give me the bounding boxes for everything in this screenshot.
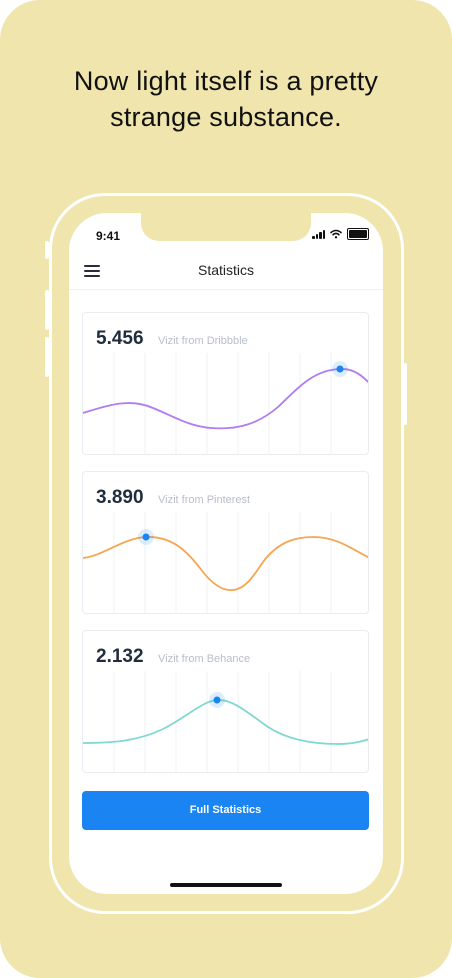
stat-value: 5.456 [96,328,144,349]
highlight-dot [213,696,221,704]
cellular-signal-icon [312,229,325,239]
battery-icon [347,228,369,240]
headline-line-1: Now light itself is a pretty [73,66,379,96]
stat-card-dribbble[interactable]: 5.456 Vizit from Dribbble [82,312,369,455]
navigation-bar: Statistics [69,253,383,290]
highlight-dot [336,365,344,373]
wifi-icon [330,229,342,239]
stat-label: Vizit from Dribbble [158,335,248,347]
headline: Now light itself is a pretty strange sub… [40,63,412,135]
stat-value: 3.890 [96,487,144,508]
highlight-dot [142,533,150,541]
status-icons [312,227,369,241]
stat-label: Vizit from Pinterest [158,494,251,506]
chart-line-pinterest [83,536,368,592]
chart-line-dribbble [83,368,368,430]
full-statistics-button[interactable]: Full Statistics [82,791,369,830]
home-indicator[interactable] [170,883,282,887]
stat-card-behance[interactable]: 2.132 Vizit from Behance [82,630,369,773]
chart-line-behance [83,699,368,745]
status-time: 9:41 [96,229,121,243]
stat-label: Vizit from Behance [158,653,251,665]
phone-volume-up-button [45,290,49,330]
phone-notch [141,213,311,241]
chart-gridlines [113,353,332,454]
page-title: Statistics [197,262,254,278]
chart-gridlines [113,512,332,613]
phone-silent-switch [45,241,49,259]
promo-background: Now light itself is a pretty strange sub… [0,0,452,978]
phone-volume-down-button [45,337,49,377]
stat-card-pinterest[interactable]: 3.890 Vizit from Pinterest [82,471,369,614]
stat-value: 2.132 [96,646,144,667]
phone-power-button [403,363,407,425]
headline-line-2: strange substance. [110,102,342,132]
chart-gridlines [113,671,332,772]
phone-screen: 9:41 Statistics 5.456 Vizit from Dribbbl… [69,213,383,894]
